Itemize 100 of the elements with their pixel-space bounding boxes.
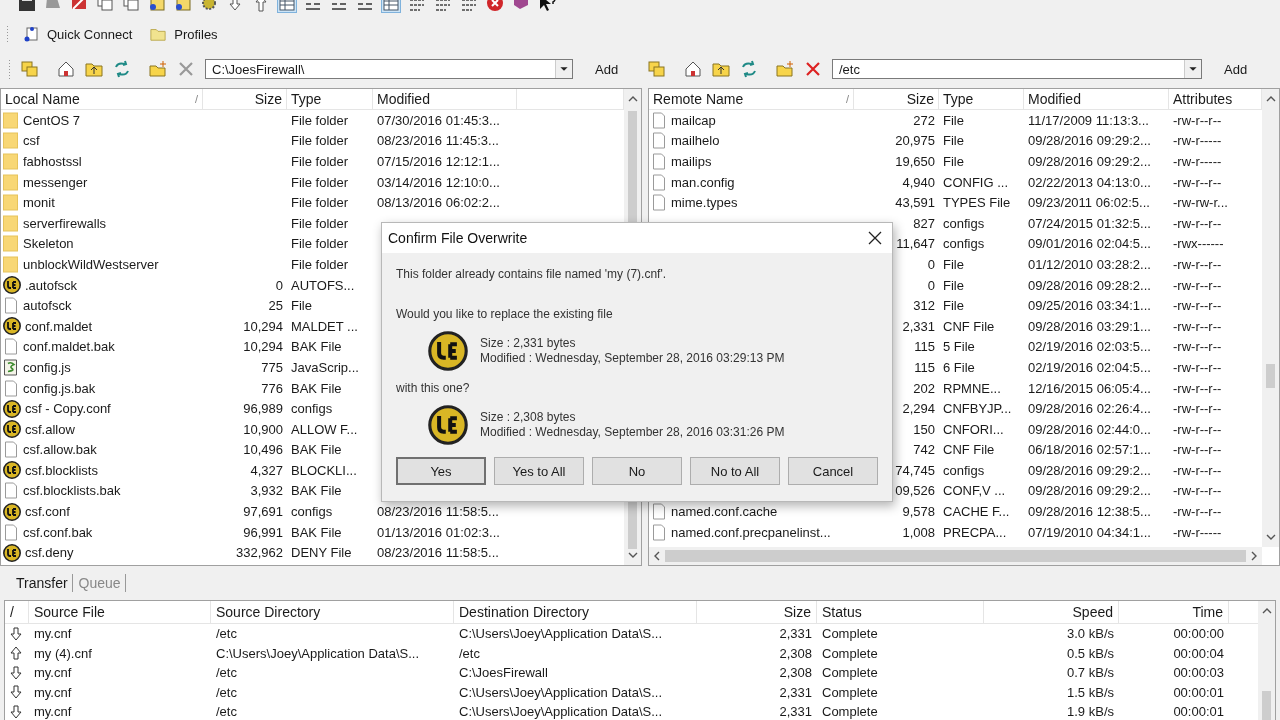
file-type: ALLOW F... (290, 421, 359, 437)
refresh-icon[interactable] (113, 60, 131, 78)
tab[interactable]: Transfer (12, 574, 73, 592)
file-name[interactable]: mailcap (671, 112, 716, 128)
file-name[interactable]: .autofsck (25, 277, 78, 293)
profiles-button[interactable]: Profiles (146, 22, 222, 46)
file-name[interactable]: conf.maldet.bak (23, 339, 115, 355)
file-name[interactable]: csf.blocklists (25, 462, 98, 478)
column-header[interactable]: Modified (373, 89, 517, 109)
chevron-left-icon[interactable] (653, 551, 661, 561)
home-icon[interactable] (684, 60, 702, 78)
transfer-speed: 0.5 kB/s (1066, 645, 1115, 661)
file-name[interactable]: csf.deny (25, 545, 74, 561)
file-name[interactable]: mailips (671, 154, 712, 169)
delete-icon[interactable] (804, 60, 822, 78)
file-name[interactable]: fabhostssl (23, 154, 82, 169)
chevron-down-icon[interactable] (627, 551, 638, 559)
file-name[interactable]: csf.allow.bak (23, 442, 97, 458)
column-header[interactable]: Type (287, 89, 373, 109)
file-name[interactable]: serverfirewalls (23, 215, 107, 231)
path-field[interactable]: C:\JoesFirewall\ (205, 59, 573, 79)
new-folder-icon[interactable] (776, 60, 794, 78)
home-icon[interactable] (57, 60, 75, 78)
file-name[interactable]: man.config (671, 174, 735, 190)
chevron-down-icon[interactable] (1265, 533, 1276, 541)
dialog-button[interactable]: No to All (690, 457, 780, 485)
column-header[interactable]: Source Directory (211, 601, 454, 623)
file-name[interactable]: autofsck (23, 298, 72, 314)
new-folder-icon[interactable] (149, 60, 167, 78)
file-name[interactable]: named.conf.precpanelinst... (671, 524, 831, 540)
add-button[interactable]: Add (591, 57, 623, 81)
file-name[interactable]: config.js.bak (23, 380, 96, 396)
vertical-scrollbar[interactable] (1262, 89, 1279, 547)
scrollbar-thumb[interactable] (1262, 691, 1271, 720)
vertical-scrollbar[interactable] (1258, 601, 1275, 720)
chevron-up-icon[interactable] (1261, 607, 1272, 615)
toolbar-grip[interactable] (6, 25, 9, 43)
scrollbar-thumb[interactable] (1266, 364, 1275, 388)
file-name[interactable]: Skeleton (23, 236, 74, 252)
add-button[interactable]: Add (1220, 57, 1252, 81)
column-header[interactable]: Time (1119, 601, 1229, 623)
column-header[interactable]: Source File (29, 601, 211, 623)
folder-up-icon[interactable] (712, 60, 730, 78)
file-name[interactable]: monit (23, 195, 55, 211)
toolbar-grip[interactable] (8, 59, 11, 79)
column-header[interactable]: Remote Name / (649, 89, 854, 109)
file-name[interactable]: conf.maldet (25, 318, 93, 334)
file-name[interactable]: CentOS 7 (23, 112, 81, 128)
file-type: BAK File (290, 442, 343, 458)
column-header[interactable]: Modified (1024, 89, 1169, 109)
file-name[interactable]: config.js (23, 359, 71, 375)
column-header[interactable]: Destination Directory (454, 601, 697, 623)
file-type: configs (942, 462, 986, 478)
file-name[interactable]: csf.allow (25, 421, 75, 437)
file-size: 10,294 (242, 339, 284, 355)
folders-icon[interactable] (21, 60, 39, 78)
folder-up-icon[interactable] (85, 60, 103, 78)
column-header[interactable]: Size (854, 89, 939, 109)
column-header[interactable]: Size (203, 89, 287, 109)
modified-date: 09/28/2016 09:28:2... (1027, 277, 1152, 293)
circle-logo-icon (428, 405, 468, 445)
file-name[interactable]: mailhelo (671, 133, 720, 149)
path-field[interactable]: /etc (832, 59, 1202, 79)
file-name[interactable]: unblockWildWestserver (23, 256, 159, 272)
refresh-icon[interactable] (740, 60, 758, 78)
column-header[interactable]: Speed (984, 601, 1119, 623)
dialog-question: with this one? (396, 381, 471, 395)
file-name[interactable]: csf - Copy.conf (25, 401, 111, 417)
horizontal-scrollbar[interactable] (649, 547, 1262, 565)
folders-icon[interactable] (648, 60, 666, 78)
file-name[interactable]: messenger (23, 174, 88, 190)
file-name[interactable]: csf.conf (25, 504, 70, 520)
close-icon[interactable] (868, 231, 882, 245)
file-name[interactable]: named.conf.cache (671, 504, 778, 520)
file-name[interactable]: csf.conf.bak (23, 524, 93, 540)
modified-date: 09/28/2016 09:29:2... (1027, 133, 1152, 149)
file-name[interactable]: csf (23, 133, 40, 149)
chevron-up-icon[interactable] (627, 95, 638, 103)
dialog-button[interactable]: No (592, 457, 682, 485)
column-header[interactable]: Local Name / (1, 89, 203, 109)
chevron-up-icon[interactable] (1265, 95, 1276, 103)
dialog-button[interactable]: Yes (396, 457, 486, 485)
file-name[interactable]: mime.types (671, 195, 738, 211)
column-header[interactable]: / (5, 601, 29, 623)
circle-logo-icon (3, 399, 21, 418)
file-type: File folder (290, 112, 350, 128)
scrollbar-thumb[interactable] (665, 550, 1246, 562)
file-name[interactable]: csf.blocklists.bak (23, 483, 121, 499)
column-header[interactable]: Status (817, 601, 984, 623)
file-type: File (942, 256, 965, 272)
file-attributes: -rw-r--r-- (1172, 277, 1223, 293)
file-size: 97,691 (242, 504, 284, 520)
column-header[interactable]: Type (939, 89, 1024, 109)
dialog-button[interactable]: Yes to All (494, 457, 584, 485)
modified-date: 09/28/2016 02:26:4... (1027, 401, 1152, 417)
quick-connect-button[interactable]: Quick Connect (19, 22, 137, 46)
dialog-button[interactable]: Cancel (788, 457, 878, 485)
column-header[interactable]: Size (697, 601, 817, 623)
file-size: 150 (912, 421, 936, 437)
chevron-right-icon[interactable] (1250, 551, 1258, 561)
